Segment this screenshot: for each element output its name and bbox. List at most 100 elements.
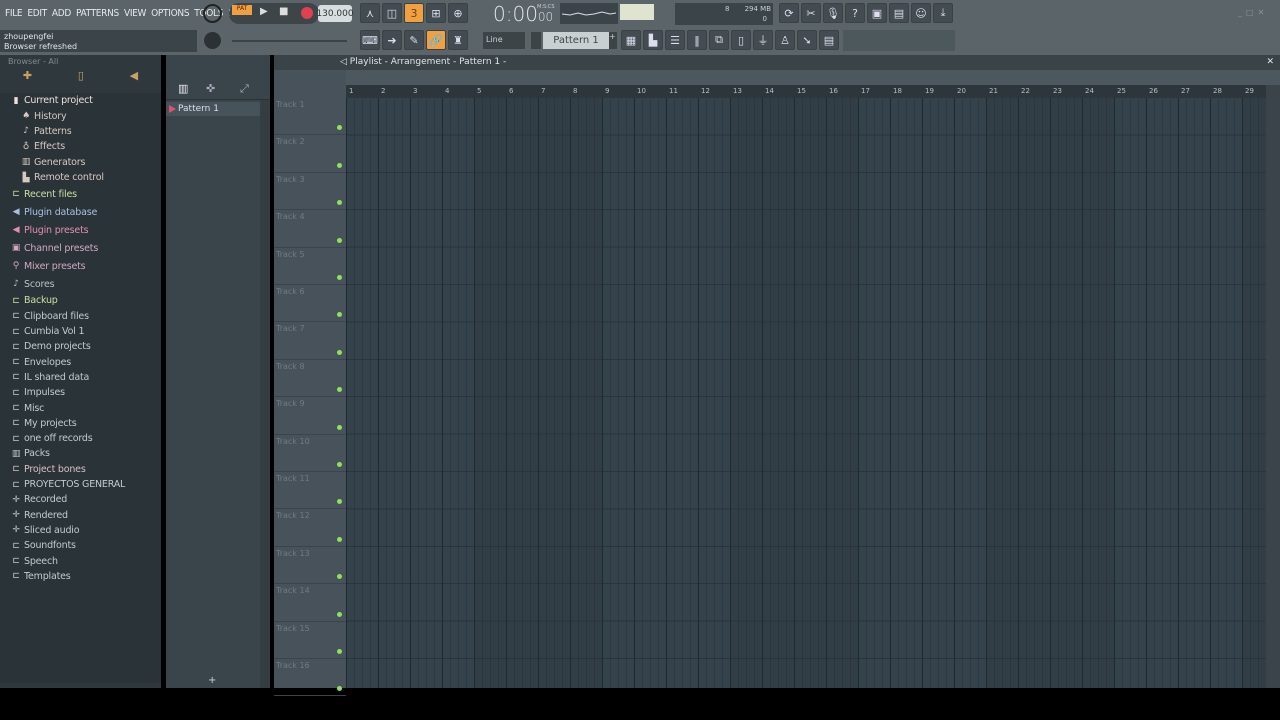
browser-item[interactable]: ✛ Sliced audio — [10, 523, 161, 538]
browser-item[interactable]: ⊏ Envelopes — [10, 355, 161, 370]
typing-keyboard-icon[interactable]: ⌨ — [360, 30, 380, 50]
track-enable-led[interactable] — [337, 237, 342, 243]
master-pitch-slider[interactable] — [232, 40, 347, 42]
stop-button[interactable]: ■ — [279, 6, 288, 17]
browser-item[interactable]: ♁ Effects — [10, 139, 161, 154]
track-header[interactable]: Track 1 — [274, 98, 346, 136]
track-header[interactable]: Track 4 — [274, 210, 346, 248]
pattern-selector[interactable]: Pattern 1 — [543, 32, 609, 49]
minimize-icon[interactable]: _ — [1238, 8, 1242, 17]
browser-item[interactable]: ⊏ Recent files — [10, 185, 161, 203]
track-header[interactable]: Track 6 — [274, 285, 346, 323]
picker-scrollbar[interactable] — [260, 100, 270, 688]
browser-item[interactable]: ⊏ Project bones — [10, 462, 161, 477]
browser-item[interactable]: ⊏ Soundfonts — [10, 538, 161, 553]
track-enable-led[interactable] — [337, 424, 342, 430]
track-header[interactable]: Track 13 — [274, 547, 346, 585]
link-icon[interactable]: 🔗 — [426, 30, 446, 50]
piano-roll-icon[interactable]: ▙ — [643, 30, 663, 50]
mixer-icon[interactable]: ‖ — [687, 30, 707, 50]
pencil-icon[interactable]: ✎ — [404, 30, 424, 50]
menu-view[interactable]: VIEW — [124, 8, 146, 19]
render-icon[interactable]: ▤ — [889, 3, 909, 23]
playlist-icon[interactable]: ▦ — [621, 30, 641, 50]
cut-icon[interactable]: ✂ — [801, 3, 821, 23]
cart-icon[interactable]: ▤ — [819, 30, 839, 50]
audio-clip-icon[interactable]: ✜ — [206, 82, 215, 95]
browser-item[interactable]: ♪ Scores — [10, 275, 161, 293]
browser-item[interactable]: ◀ Plugin presets — [10, 221, 161, 239]
track-header[interactable]: Track 11 — [274, 472, 346, 510]
track-enable-led[interactable] — [337, 274, 342, 280]
download-icon[interactable]: ⤓ — [933, 3, 953, 23]
playlist-grid[interactable] — [346, 98, 1266, 688]
track-header[interactable]: Track 9 — [274, 397, 346, 435]
speaker-icon[interactable]: ◁ — [340, 57, 347, 67]
track-enable-led[interactable] — [337, 387, 342, 393]
track-enable-led[interactable] — [337, 536, 342, 542]
track-enable-led[interactable] — [337, 125, 342, 131]
browser-item[interactable]: ⊏ My projects — [10, 416, 161, 431]
horizontal-scrollbar[interactable] — [346, 70, 1280, 85]
tempo-display[interactable]: 130.000 — [316, 5, 354, 22]
collapse-icon[interactable]: ✚ — [23, 69, 32, 89]
undo-history-icon[interactable]: ⟳ — [779, 3, 799, 23]
menu-add[interactable]: ADD — [52, 8, 71, 19]
track-enable-led[interactable] — [337, 648, 342, 654]
record-button[interactable] — [301, 7, 313, 19]
menu-edit[interactable]: EDIT — [27, 8, 47, 19]
stamp-icon[interactable]: ♜ — [448, 30, 468, 50]
browser-item[interactable]: ✛ Recorded — [10, 492, 161, 507]
track-enable-led[interactable] — [337, 162, 342, 168]
touch-controller-icon[interactable]: ♙ — [775, 30, 795, 50]
track-enable-led[interactable] — [337, 349, 342, 355]
browser-icon[interactable]: ▯ — [731, 30, 751, 50]
automation-icon[interactable]: ⤢ — [240, 82, 249, 96]
menu-file[interactable]: FILE — [5, 8, 23, 19]
browser-item[interactable]: ⊏ Backup — [10, 293, 161, 308]
track-header[interactable]: Track 7 — [274, 322, 346, 360]
timeline-ruler[interactable]: 1 2 3 4 5 6 7 8 9 10 11 12 13 14 15 16 17 18 19 20 21 22 23 24 2… — [346, 85, 1266, 98]
close-icon[interactable]: ✕ — [1258, 8, 1265, 17]
track-header[interactable]: Track 12 — [274, 509, 346, 547]
track-header[interactable]: Track 3 — [274, 173, 346, 211]
snap-select[interactable]: Line — [483, 32, 525, 49]
menu-options[interactable]: OPTIONS — [151, 8, 189, 19]
browser-item[interactable]: ⊏ Speech — [10, 553, 161, 568]
browser-item[interactable]: ▣ Channel presets — [10, 239, 161, 257]
track-header[interactable]: Track 10 — [274, 435, 346, 472]
step-edit-button[interactable]: ⊞ — [426, 3, 446, 23]
channel-rack-icon[interactable]: ☰ — [665, 30, 685, 50]
piano-icon[interactable]: ▥ — [178, 82, 188, 95]
blend-notes-button[interactable]: ⊕ — [448, 3, 468, 23]
track-enable-led[interactable] — [337, 499, 342, 505]
browser-item[interactable]: ⊏ IL shared data — [10, 370, 161, 385]
playlist-pattern[interactable]: Pattern 1 — [459, 57, 500, 67]
browser-item[interactable]: ▥ Generators — [10, 155, 161, 170]
track-enable-led[interactable] — [337, 461, 342, 467]
add-pattern-button[interactable]: + — [609, 32, 617, 49]
browser-item[interactable]: ⊏ Cumbia Vol 1 — [10, 324, 161, 339]
project-picker-icon[interactable]: ⧉ — [709, 30, 729, 50]
master-pitch-knob[interactable] — [204, 32, 221, 49]
browser-item[interactable]: ⊏ Demo projects — [10, 339, 161, 354]
browser-item[interactable]: ⊏ one off records — [10, 431, 161, 446]
browser-item[interactable]: ⊏ PROYECTOS GENERAL — [10, 477, 161, 492]
pin-icon[interactable]: ➘ — [797, 30, 817, 50]
pattern-item[interactable]: Pattern 1 — [166, 102, 260, 116]
menu-patterns[interactable]: PATTERNS — [76, 8, 119, 19]
save-icon[interactable]: ▣ — [867, 3, 887, 23]
plugin-icon[interactable]: ⏚ — [753, 30, 773, 50]
countdown-button[interactable]: 3 — [404, 3, 424, 23]
pattern-prev-button[interactable] — [531, 32, 541, 49]
master-volume-knob[interactable] — [203, 4, 222, 23]
browser-item[interactable]: ⊏ Clipboard files — [10, 309, 161, 324]
plugin-icon[interactable]: ◀ — [130, 69, 138, 89]
track-enable-led[interactable] — [337, 686, 342, 692]
track-header[interactable]: Track 8 — [274, 360, 346, 398]
browser-item[interactable]: ♪ Patterns — [10, 124, 161, 139]
add-icon[interactable]: + — [208, 675, 216, 686]
browser-item[interactable]: ▮ Current project — [10, 93, 161, 108]
wait-input-button[interactable]: ◫ — [382, 3, 402, 23]
browser-header[interactable]: Browser - All — [0, 55, 161, 69]
